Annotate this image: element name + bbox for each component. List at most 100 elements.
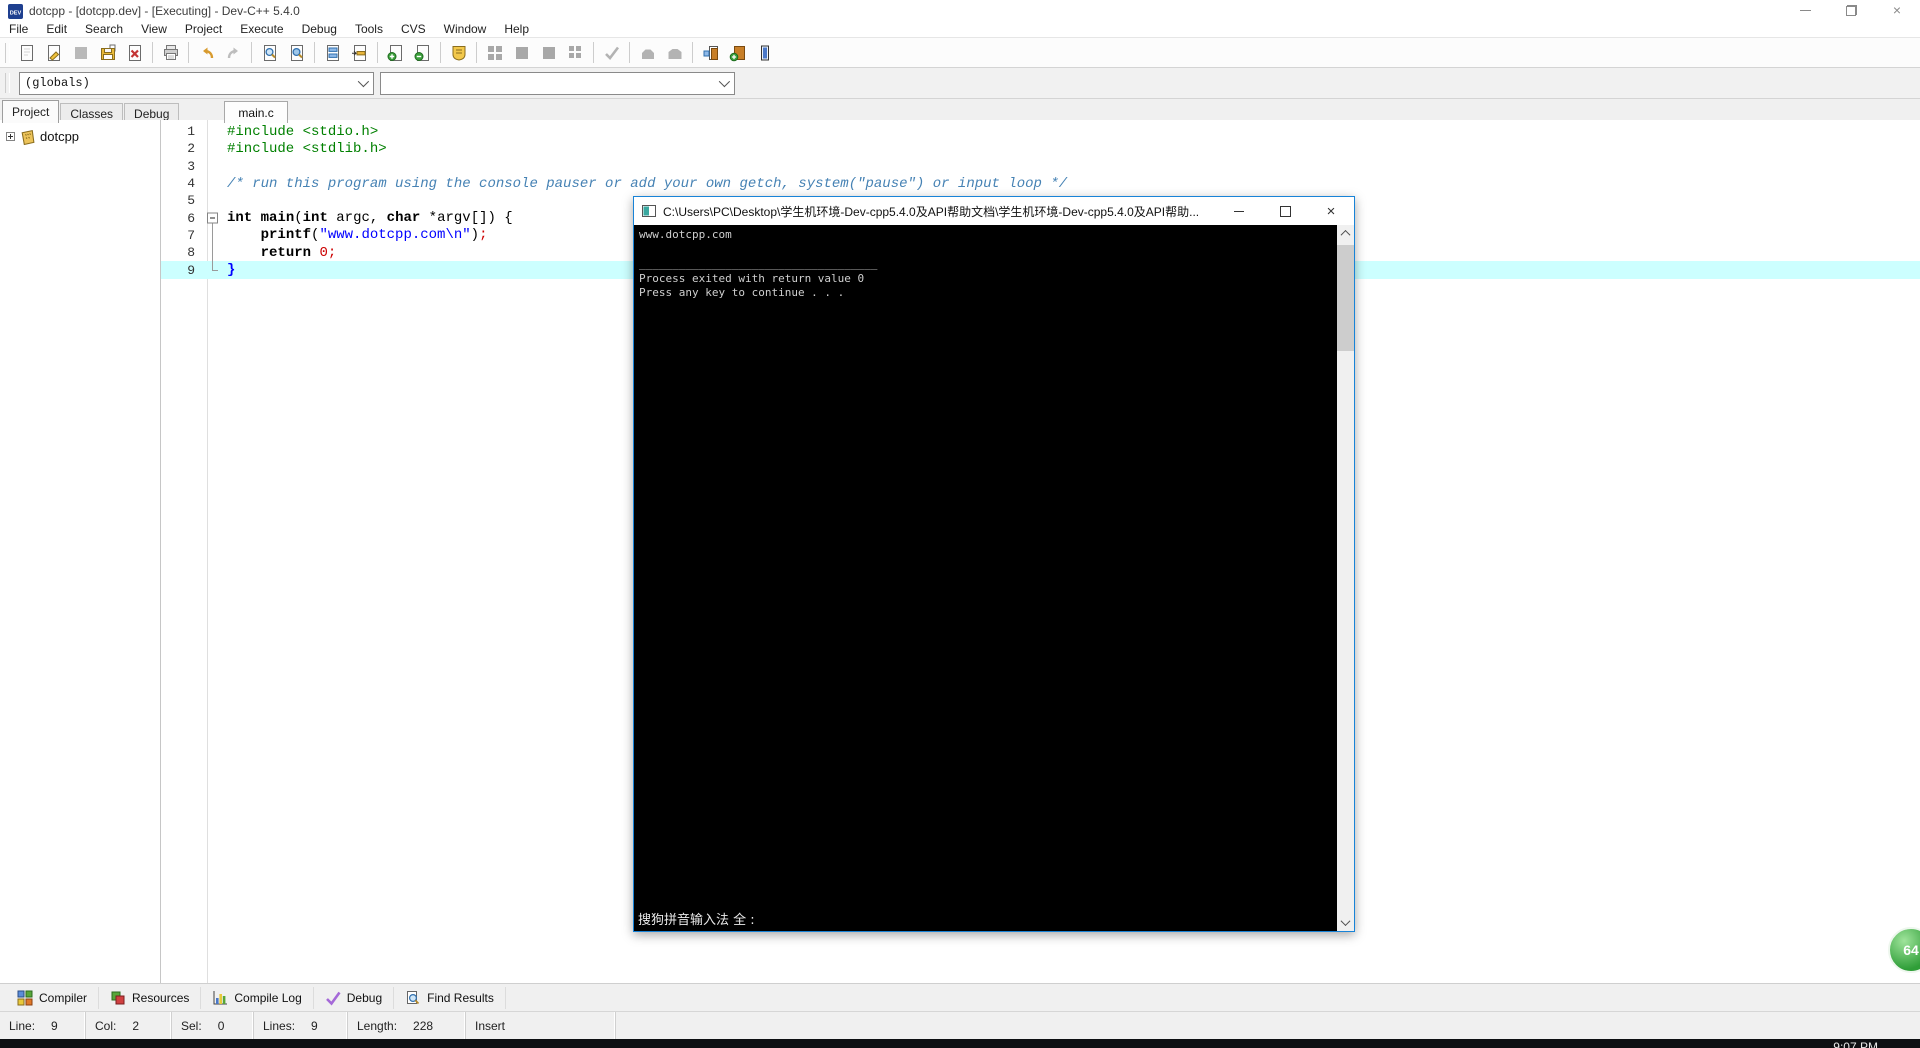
toolbar-separator xyxy=(440,42,441,63)
console-close-button[interactable]: × xyxy=(1308,197,1354,225)
menu-cvs[interactable]: CVS xyxy=(392,22,435,36)
goto-line-button[interactable] xyxy=(346,40,373,66)
report-tabs: Compiler Resources Compile Log Debug Find Re… xyxy=(0,983,1920,1012)
project-tree-item-dotcpp[interactable]: dotcpp xyxy=(0,120,160,145)
fold-gutter xyxy=(205,175,221,192)
minimize-button[interactable] xyxy=(1782,0,1828,20)
code-line-4: 4 /* run this program using the console p… xyxy=(161,175,1920,192)
menu-debug[interactable]: Debug xyxy=(293,22,346,36)
code-text: return 0; xyxy=(260,244,337,261)
replace-icon xyxy=(323,43,343,63)
compile-log-icon xyxy=(212,990,228,1006)
console-title: C:\Users\PC\Desktop\学生机环境-Dev-cpp5.4.0及A… xyxy=(663,204,1200,219)
find-icon xyxy=(260,43,280,63)
toolbar-grip xyxy=(5,42,10,63)
console-window[interactable]: C:\Users\PC\Desktop\学生机环境-Dev-cpp5.4.0及A… xyxy=(633,196,1355,932)
line-number: 5 xyxy=(187,193,195,209)
redo-button[interactable] xyxy=(220,40,247,66)
menu-view[interactable]: View xyxy=(132,22,176,36)
report-tab-find-results[interactable]: Find Results xyxy=(394,987,506,1009)
find-button[interactable] xyxy=(256,40,283,66)
debug-icon xyxy=(325,990,341,1006)
add-bookmark-button[interactable] xyxy=(724,40,751,66)
syntax-check-button[interactable] xyxy=(598,40,625,66)
toolbar-separator xyxy=(188,42,189,63)
line-number: 4 xyxy=(187,176,195,192)
members-combobox[interactable] xyxy=(380,71,735,95)
scroll-up-button[interactable] xyxy=(1337,225,1354,242)
console-minimize-button[interactable] xyxy=(1216,197,1262,225)
menu-help[interactable]: Help xyxy=(495,22,538,36)
report-tab-debug[interactable]: Debug xyxy=(314,987,395,1009)
new-file-button[interactable] xyxy=(13,40,40,66)
console-scrollbar[interactable] xyxy=(1337,225,1354,931)
fold-gutter xyxy=(205,140,221,157)
resources-icon xyxy=(110,990,126,1006)
globals-combobox-value: (globals) xyxy=(25,76,90,90)
compile-button[interactable] xyxy=(481,40,508,66)
remove-from-project-button[interactable] xyxy=(409,40,436,66)
close-file-icon xyxy=(125,43,145,63)
find-in-files-button[interactable] xyxy=(283,40,310,66)
find-in-files-icon xyxy=(287,43,307,63)
add-to-project-button[interactable] xyxy=(382,40,409,66)
scrollbar-thumb[interactable] xyxy=(1337,245,1354,351)
report-tab-resources[interactable]: Resources xyxy=(99,987,202,1009)
maximize-icon xyxy=(1279,205,1291,217)
window-controls: × xyxy=(1782,0,1920,20)
toggle-bookmark-button[interactable] xyxy=(751,40,778,66)
fold-corner xyxy=(212,270,218,272)
menu-search[interactable]: Search xyxy=(76,22,132,36)
status-cell-sel: Sel: 0 xyxy=(172,1012,254,1039)
restore-button[interactable] xyxy=(1828,0,1874,20)
sidebar-tab-project[interactable]: Project xyxy=(2,100,60,123)
project-properties-button[interactable] xyxy=(445,40,472,66)
code-line-2: 2 #include <stdlib.h> xyxy=(161,140,1920,157)
globals-combobox[interactable]: (globals) xyxy=(19,71,374,95)
open-file-button[interactable] xyxy=(40,40,67,66)
compile-run-button[interactable] xyxy=(562,40,589,66)
undo-button[interactable] xyxy=(193,40,220,66)
plus-box-icon[interactable] xyxy=(6,132,15,141)
menu-project[interactable]: Project xyxy=(176,22,231,36)
toolbar-separator xyxy=(593,42,594,63)
project-panel: dotcpp xyxy=(0,120,161,984)
fold-gutter xyxy=(205,226,221,245)
toolbar-separator xyxy=(314,42,315,63)
fold-gutter xyxy=(205,158,221,175)
console-maximize-button[interactable] xyxy=(1262,197,1308,225)
console-title-bar[interactable]: C:\Users\PC\Desktop\学生机环境-Dev-cpp5.4.0及A… xyxy=(634,197,1354,225)
insert-button[interactable] xyxy=(697,40,724,66)
rebuild-button[interactable] xyxy=(535,40,562,66)
fold-gutter xyxy=(205,261,221,278)
save-all-button[interactable] xyxy=(94,40,121,66)
minimize-icon xyxy=(1234,210,1244,212)
print-button[interactable] xyxy=(157,40,184,66)
scroll-down-button[interactable] xyxy=(1337,914,1354,931)
status-cell-col: Col: 2 xyxy=(86,1012,172,1039)
fold-collapse-icon[interactable] xyxy=(207,212,218,224)
toggle-bookmark-icon xyxy=(755,43,775,63)
combo-row-grip xyxy=(5,73,10,93)
main-toolbar xyxy=(0,37,1920,68)
menu-window[interactable]: Window xyxy=(435,22,496,36)
line-number: 1 xyxy=(187,124,195,140)
menu-edit[interactable]: Edit xyxy=(37,22,76,36)
close-file-button[interactable] xyxy=(121,40,148,66)
fold-line xyxy=(212,226,213,245)
report-tab-compile-log[interactable]: Compile Log xyxy=(201,987,314,1009)
project-tree-label: dotcpp xyxy=(40,129,80,144)
menu-execute[interactable]: Execute xyxy=(231,22,292,36)
redo-icon xyxy=(224,43,244,63)
close-button[interactable]: × xyxy=(1874,0,1920,20)
save-file-button[interactable] xyxy=(67,40,94,66)
menu-tools[interactable]: Tools xyxy=(346,22,392,36)
menu-file[interactable]: File xyxy=(0,22,37,36)
run-button[interactable] xyxy=(508,40,535,66)
minimize-icon xyxy=(1799,9,1811,11)
profile-button[interactable] xyxy=(634,40,661,66)
report-tab-compiler[interactable]: Compiler xyxy=(6,987,100,1009)
replace-button[interactable] xyxy=(319,40,346,66)
profiling-analysis-button[interactable] xyxy=(661,40,688,66)
editor-tab-main-c[interactable]: main.c xyxy=(224,101,288,123)
